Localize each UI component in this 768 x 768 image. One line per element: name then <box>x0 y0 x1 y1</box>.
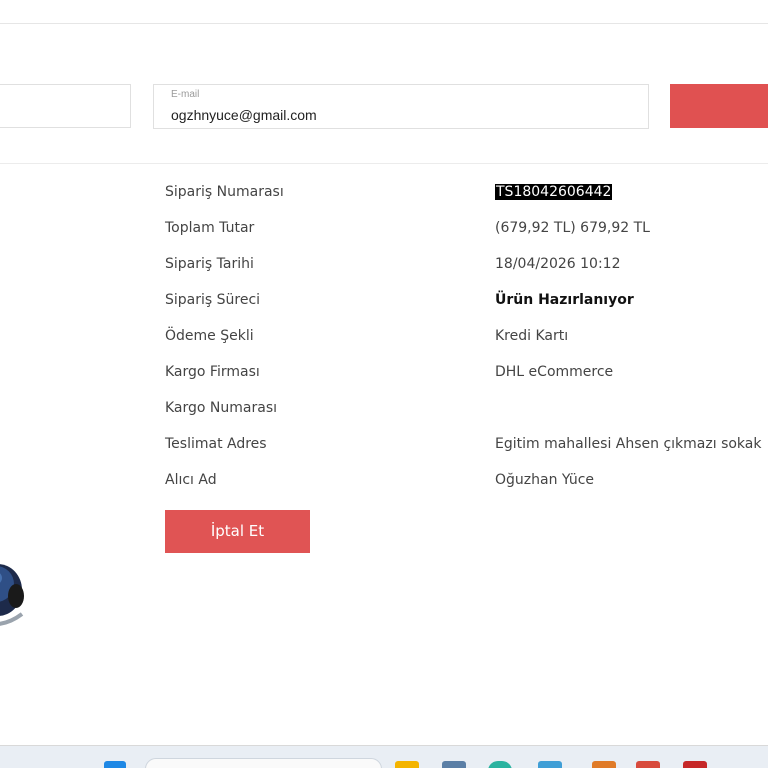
email-field[interactable]: E-mail ogzhnyuce@gmail.com <box>153 84 649 129</box>
detail-label: Kargo Firması <box>165 364 260 380</box>
detail-row-address: Teslimat Adres Egitim mahallesi Ahsen çı… <box>0 436 768 460</box>
detail-label: Ödeme Şekli <box>165 328 254 344</box>
submit-button[interactable] <box>670 84 768 128</box>
task-view-icon[interactable] <box>442 761 466 768</box>
cancel-order-button[interactable]: İptal Et <box>165 510 310 553</box>
detail-label: Sipariş Süreci <box>165 292 261 308</box>
payment-method-value: Kredi Kartı <box>495 328 569 344</box>
recipient-name-value: Oğuzhan Yüce <box>495 472 595 488</box>
order-number-value[interactable]: TS18042606442 <box>495 184 613 200</box>
product-image <box>0 564 24 626</box>
detail-row-tracking: Kargo Numarası <box>0 400 768 424</box>
detail-label: Sipariş Numarası <box>165 184 284 200</box>
detail-label: Kargo Numarası <box>165 400 278 416</box>
order-detail-page: E-mail ogzhnyuce@gmail.com Sipariş Numar… <box>0 0 768 768</box>
detail-label: Toplam Tutar <box>165 220 255 236</box>
detail-label: Alıcı Ad <box>165 472 217 488</box>
detail-row-order-number: Sipariş Numarası TS18042606442 <box>0 184 768 208</box>
total-value: (679,92 TL) 679,92 TL <box>495 220 650 236</box>
order-status-value: Ürün Hazırlanıyor <box>495 292 634 308</box>
taskbar-search-box[interactable] <box>145 758 382 768</box>
app-icon[interactable] <box>538 761 562 768</box>
detail-row-date: Sipariş Tarihi 18/04/2026 10:12 <box>0 256 768 280</box>
detail-row-payment: Ödeme Şekli Kredi Kartı <box>0 328 768 352</box>
carrier-value: DHL eCommerce <box>495 364 614 380</box>
email-field-value[interactable]: ogzhnyuce@gmail.com <box>171 107 317 123</box>
order-date-value: 18/04/2026 10:12 <box>495 256 621 272</box>
name-field[interactable] <box>0 84 131 128</box>
file-explorer-icon[interactable] <box>395 761 419 768</box>
detail-label: Teslimat Adres <box>165 436 267 452</box>
email-field-label: E-mail <box>171 89 200 100</box>
edge-browser-icon[interactable] <box>488 761 512 768</box>
delivery-address-value: Egitim mahallesi Ahsen çıkmazı sokak <box>495 436 762 452</box>
mail-icon[interactable] <box>636 761 660 768</box>
store-icon[interactable] <box>592 761 616 768</box>
windows-start-icon[interactable] <box>104 761 126 768</box>
section-divider <box>0 163 768 164</box>
detail-row-status: Sipariş Süreci Ürün Hazırlanıyor <box>0 292 768 316</box>
taskbar <box>0 746 768 768</box>
top-divider <box>0 23 768 24</box>
detail-row-total: Toplam Tutar (679,92 TL) 679,92 TL <box>0 220 768 244</box>
detail-row-recipient: Alıcı Ad Oğuzhan Yüce <box>0 472 768 496</box>
detail-label: Sipariş Tarihi <box>165 256 254 272</box>
detail-row-carrier: Kargo Firması DHL eCommerce <box>0 364 768 388</box>
app-icon-red[interactable] <box>683 761 707 768</box>
